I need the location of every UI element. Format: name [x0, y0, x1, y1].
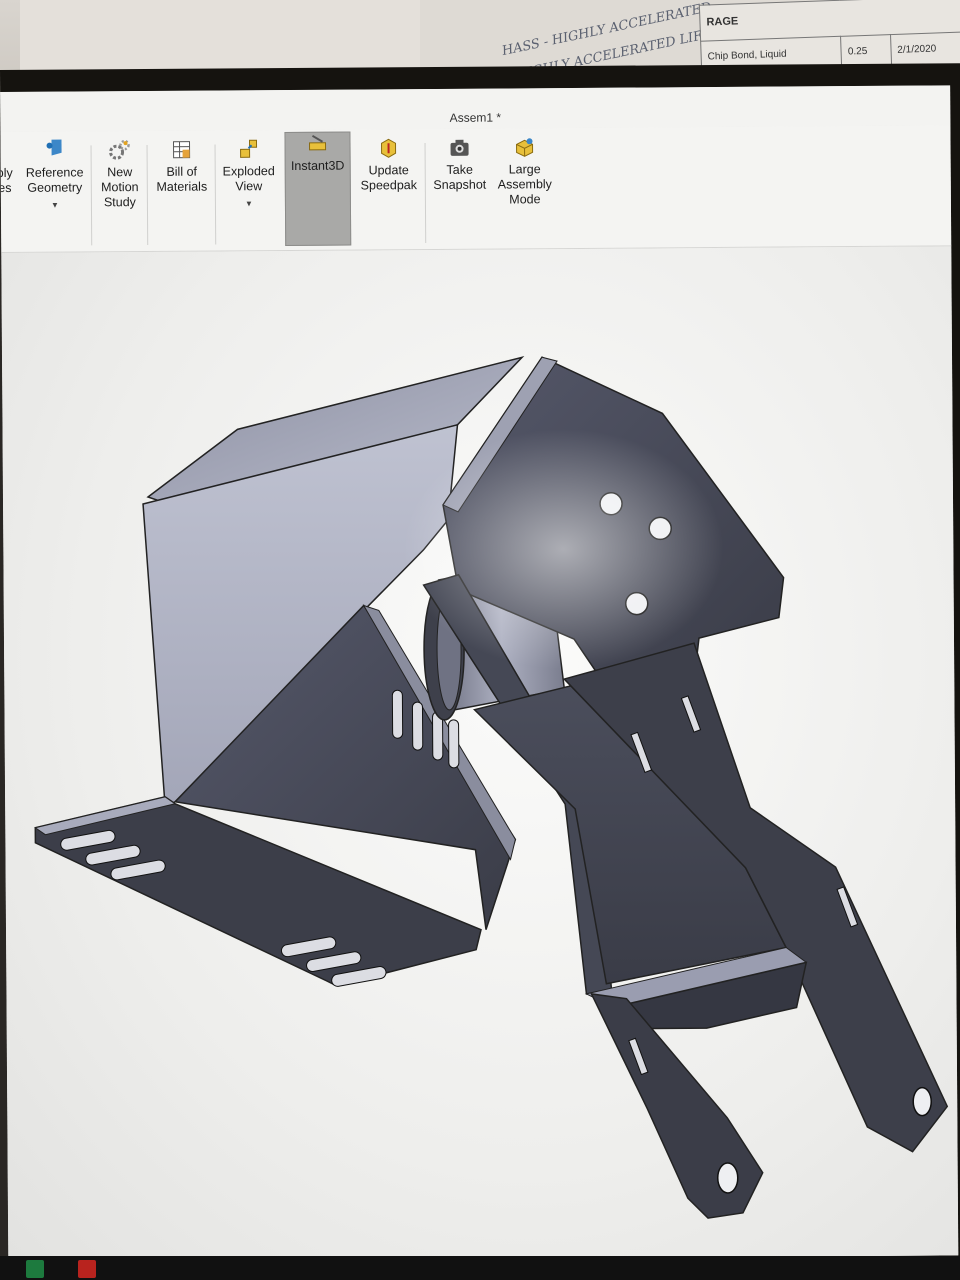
- monitor-bezel: Assem1 * bly es Reference Geometry ▼ New…: [0, 63, 960, 1280]
- instant3d-button[interactable]: Instant3D: [284, 131, 352, 247]
- assembly-features-button[interactable]: bly es: [0, 140, 19, 252]
- large-assembly-mode-label: Large Assembly Mode: [497, 162, 552, 207]
- exploded-view-button[interactable]: Exploded View ▼: [218, 138, 279, 250]
- bill-of-materials-icon: [170, 139, 192, 161]
- command-manager-ribbon: bly es Reference Geometry ▼ New Motion S…: [0, 125, 952, 253]
- screen-glare: [403, 429, 724, 670]
- reference-geometry-label: Reference Geometry: [25, 165, 84, 195]
- paper-table-cell: 2/1/2020: [890, 31, 960, 68]
- take-snapshot-label: Take Snapshot: [433, 162, 487, 192]
- ribbon-separator: [214, 144, 217, 245]
- bill-of-materials-label: Bill of Materials: [156, 164, 208, 194]
- bill-of-materials-button[interactable]: Bill of Materials: [150, 139, 213, 251]
- update-speedpak-button[interactable]: Update Speedpak: [356, 137, 421, 249]
- taskbar: [0, 1256, 960, 1280]
- exploded-view-icon: [237, 138, 259, 160]
- ribbon-separator: [424, 143, 427, 244]
- new-motion-study-label: New Motion Study: [101, 165, 139, 210]
- reference-geometry-icon: [43, 136, 65, 162]
- assembly-features-label: bly es: [0, 165, 13, 196]
- exploded-view-dropdown-icon[interactable]: ▼: [219, 196, 279, 211]
- graphics-area[interactable]: [1, 246, 959, 1262]
- excel-taskbar-icon[interactable]: [26, 1260, 44, 1278]
- instant3d-icon: [306, 133, 328, 155]
- bracket-assembly-model[interactable]: [1, 246, 958, 1262]
- lug-hole: [717, 1162, 739, 1194]
- new-motion-study-button[interactable]: New Motion Study: [94, 139, 145, 251]
- solidworks-taskbar-icon[interactable]: [78, 1260, 96, 1278]
- take-snapshot-button[interactable]: Take Snapshot: [428, 137, 491, 249]
- assembly-features-icon: [0, 140, 15, 162]
- camera-icon: [448, 137, 470, 159]
- window-title: Assem1 *: [449, 110, 502, 125]
- reference-geometry-dropdown-icon[interactable]: ▼: [23, 197, 87, 212]
- speedpak-icon: [377, 137, 399, 159]
- lug-hole: [912, 1086, 932, 1117]
- exploded-view-label: Exploded View: [222, 164, 275, 194]
- large-assembly-icon: [513, 136, 535, 158]
- motion-study-icon: [108, 139, 130, 161]
- large-assembly-mode-button[interactable]: Large Assembly Mode: [494, 136, 555, 248]
- reference-geometry-button[interactable]: Reference Geometry ▼: [22, 136, 87, 251]
- update-speedpak-label: Update Speedpak: [360, 163, 418, 193]
- window-titlebar: Assem1 *: [0, 85, 951, 132]
- instant3d-label: Instant3D: [290, 158, 345, 173]
- solidworks-window: Assem1 * bly es Reference Geometry ▼ New…: [0, 85, 959, 1262]
- ribbon-separator: [90, 145, 93, 246]
- ribbon-separator: [146, 144, 149, 245]
